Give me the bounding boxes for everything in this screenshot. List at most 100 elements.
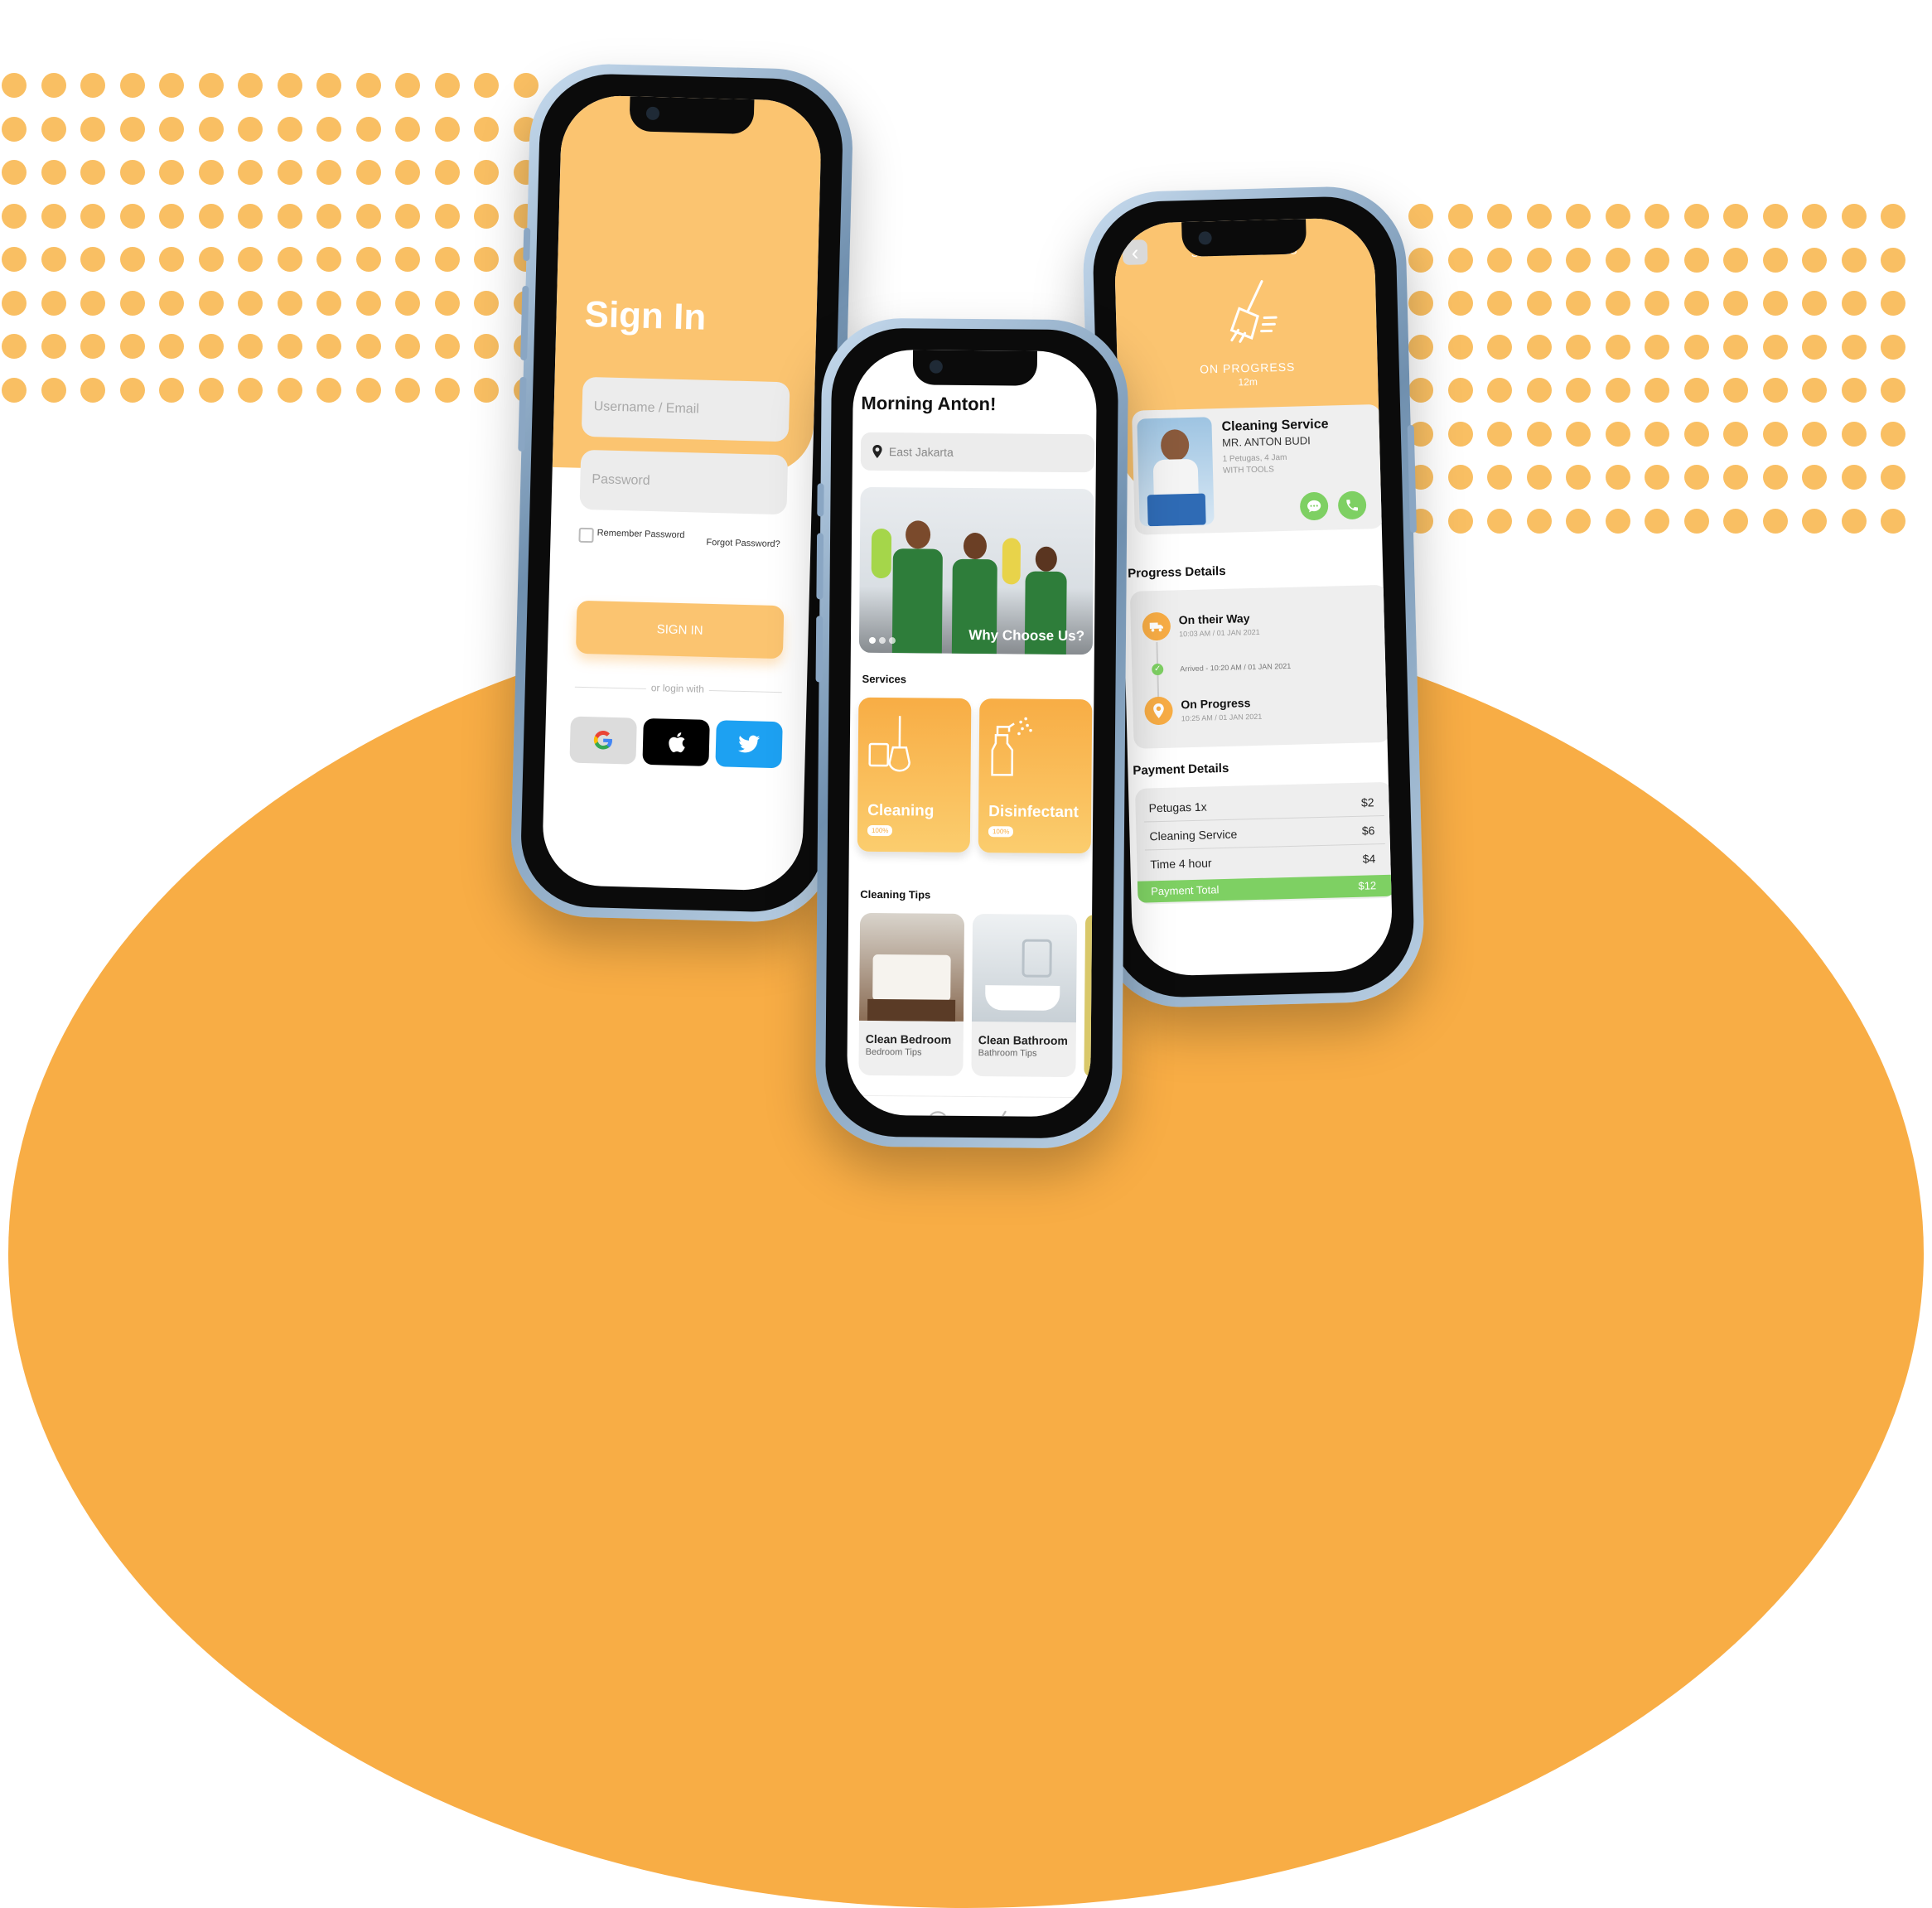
decor-dot <box>1566 335 1591 360</box>
chat-button[interactable] <box>1300 492 1329 521</box>
decor-dot <box>1606 509 1630 534</box>
google-icon <box>592 729 615 751</box>
tip-card-bathroom[interactable]: Clean Bathroom Bathroom Tips <box>971 914 1077 1077</box>
decor-dot <box>1881 378 1905 403</box>
sign-in-button[interactable]: SIGN IN <box>576 601 785 659</box>
decor-dot <box>1645 378 1669 403</box>
decor-dot <box>238 247 263 272</box>
decor-dot <box>120 204 145 229</box>
service-card-disinfectant[interactable]: Disinfectant 100% <box>978 698 1093 853</box>
notch <box>629 96 754 134</box>
decor-dot <box>1606 204 1630 229</box>
side-button <box>817 483 824 516</box>
decor-dot <box>1448 335 1473 360</box>
decor-dot <box>316 117 341 142</box>
decor-dot <box>1448 422 1473 447</box>
decor-dot <box>278 334 302 359</box>
decor-dot <box>278 204 302 229</box>
remember-checkbox[interactable] <box>578 528 593 543</box>
decor-dot <box>2 204 27 229</box>
chat-bubble-icon <box>1307 499 1321 514</box>
decor-dot <box>2 378 27 403</box>
decor-dot <box>1881 291 1905 316</box>
twitter-login-button[interactable] <box>715 720 782 768</box>
decor-dot <box>1448 248 1473 273</box>
decor-dot <box>80 378 105 403</box>
decor-dot <box>159 73 184 98</box>
decor-dot <box>1566 248 1591 273</box>
decor-dot <box>80 73 105 98</box>
payment-title: Payment Details <box>1133 761 1229 778</box>
decor-dot <box>1684 378 1709 403</box>
google-login-button[interactable] <box>569 717 636 765</box>
decor-dot <box>316 204 341 229</box>
decor-dot <box>356 247 381 272</box>
decor-dot <box>316 334 341 359</box>
decor-dot <box>41 378 66 403</box>
payment-total-amount: $12 <box>1358 879 1376 892</box>
decor-dot <box>1527 335 1552 360</box>
tip-card-partial[interactable] <box>1084 915 1097 1077</box>
call-button[interactable] <box>1338 490 1367 519</box>
decor-dot <box>1763 378 1788 403</box>
chat-icon[interactable] <box>925 1109 950 1118</box>
carousel-dots[interactable] <box>869 633 896 648</box>
decor-dot <box>1802 204 1827 229</box>
side-button <box>523 228 530 261</box>
decor-dot <box>1645 422 1669 447</box>
decor-dot <box>199 160 224 185</box>
volume-up-button <box>520 286 529 360</box>
banner[interactable]: Why Choose Us? <box>859 487 1094 655</box>
decor-dot <box>1606 465 1630 490</box>
volume-up-button <box>816 533 824 599</box>
location-field[interactable]: East Jakarta <box>861 432 1094 472</box>
decor-dot <box>435 204 460 229</box>
decor-dot <box>80 117 105 142</box>
username-field[interactable]: Username / Email <box>582 377 790 442</box>
settings-icon[interactable] <box>1047 1110 1072 1117</box>
decor-dot <box>1527 204 1552 229</box>
decor-dot <box>199 247 224 272</box>
decor-dot <box>1566 509 1591 534</box>
decor-dot <box>1881 248 1905 273</box>
payment-card: Petugas 1x $2 Cleaning Service $6 Time 4… <box>1135 782 1393 905</box>
payment-row-divider <box>1145 843 1385 851</box>
decor-dot <box>1487 248 1512 273</box>
forgot-password-link[interactable]: Forgot Password? <box>706 538 780 549</box>
decor-dot <box>316 291 341 316</box>
decor-dot <box>1487 422 1512 447</box>
decor-dot <box>1527 248 1552 273</box>
decor-dot <box>278 378 302 403</box>
decor-dot <box>278 291 302 316</box>
cleaning-icon[interactable] <box>987 1109 1012 1117</box>
decor-dot <box>356 117 381 142</box>
decor-dot <box>1448 465 1473 490</box>
decor-dot <box>395 73 420 98</box>
home-icon[interactable] <box>865 1109 890 1117</box>
tip-subtitle: Bathroom Tips <box>978 1048 1037 1059</box>
decor-dot <box>1527 509 1552 534</box>
decor-dot <box>1802 422 1827 447</box>
payment-row-1-amount: $2 <box>1361 795 1374 809</box>
decor-dot <box>159 160 184 185</box>
decor-dot <box>1842 465 1867 490</box>
decor-dot <box>1566 291 1591 316</box>
decor-dot <box>2 334 27 359</box>
decor-dot <box>278 117 302 142</box>
decor-dot <box>1487 465 1512 490</box>
decor-dot <box>238 204 263 229</box>
decor-dot <box>1723 248 1748 273</box>
apple-login-button[interactable] <box>642 718 709 766</box>
greeting: Morning Anton! <box>861 393 996 415</box>
decor-dot <box>120 117 145 142</box>
decor-dot <box>1763 465 1788 490</box>
service-card-cleaning[interactable]: Cleaning 100% <box>857 698 972 853</box>
decor-dot <box>435 160 460 185</box>
tip-card-bedroom[interactable]: Clean Bedroom Bedroom Tips <box>858 913 964 1076</box>
password-field[interactable]: Password <box>579 450 788 515</box>
progress-title: Progress Details <box>1128 564 1226 581</box>
decor-dot <box>238 291 263 316</box>
decor-dot <box>80 291 105 316</box>
decor-dot <box>1448 378 1473 403</box>
decor-dot <box>1802 335 1827 360</box>
